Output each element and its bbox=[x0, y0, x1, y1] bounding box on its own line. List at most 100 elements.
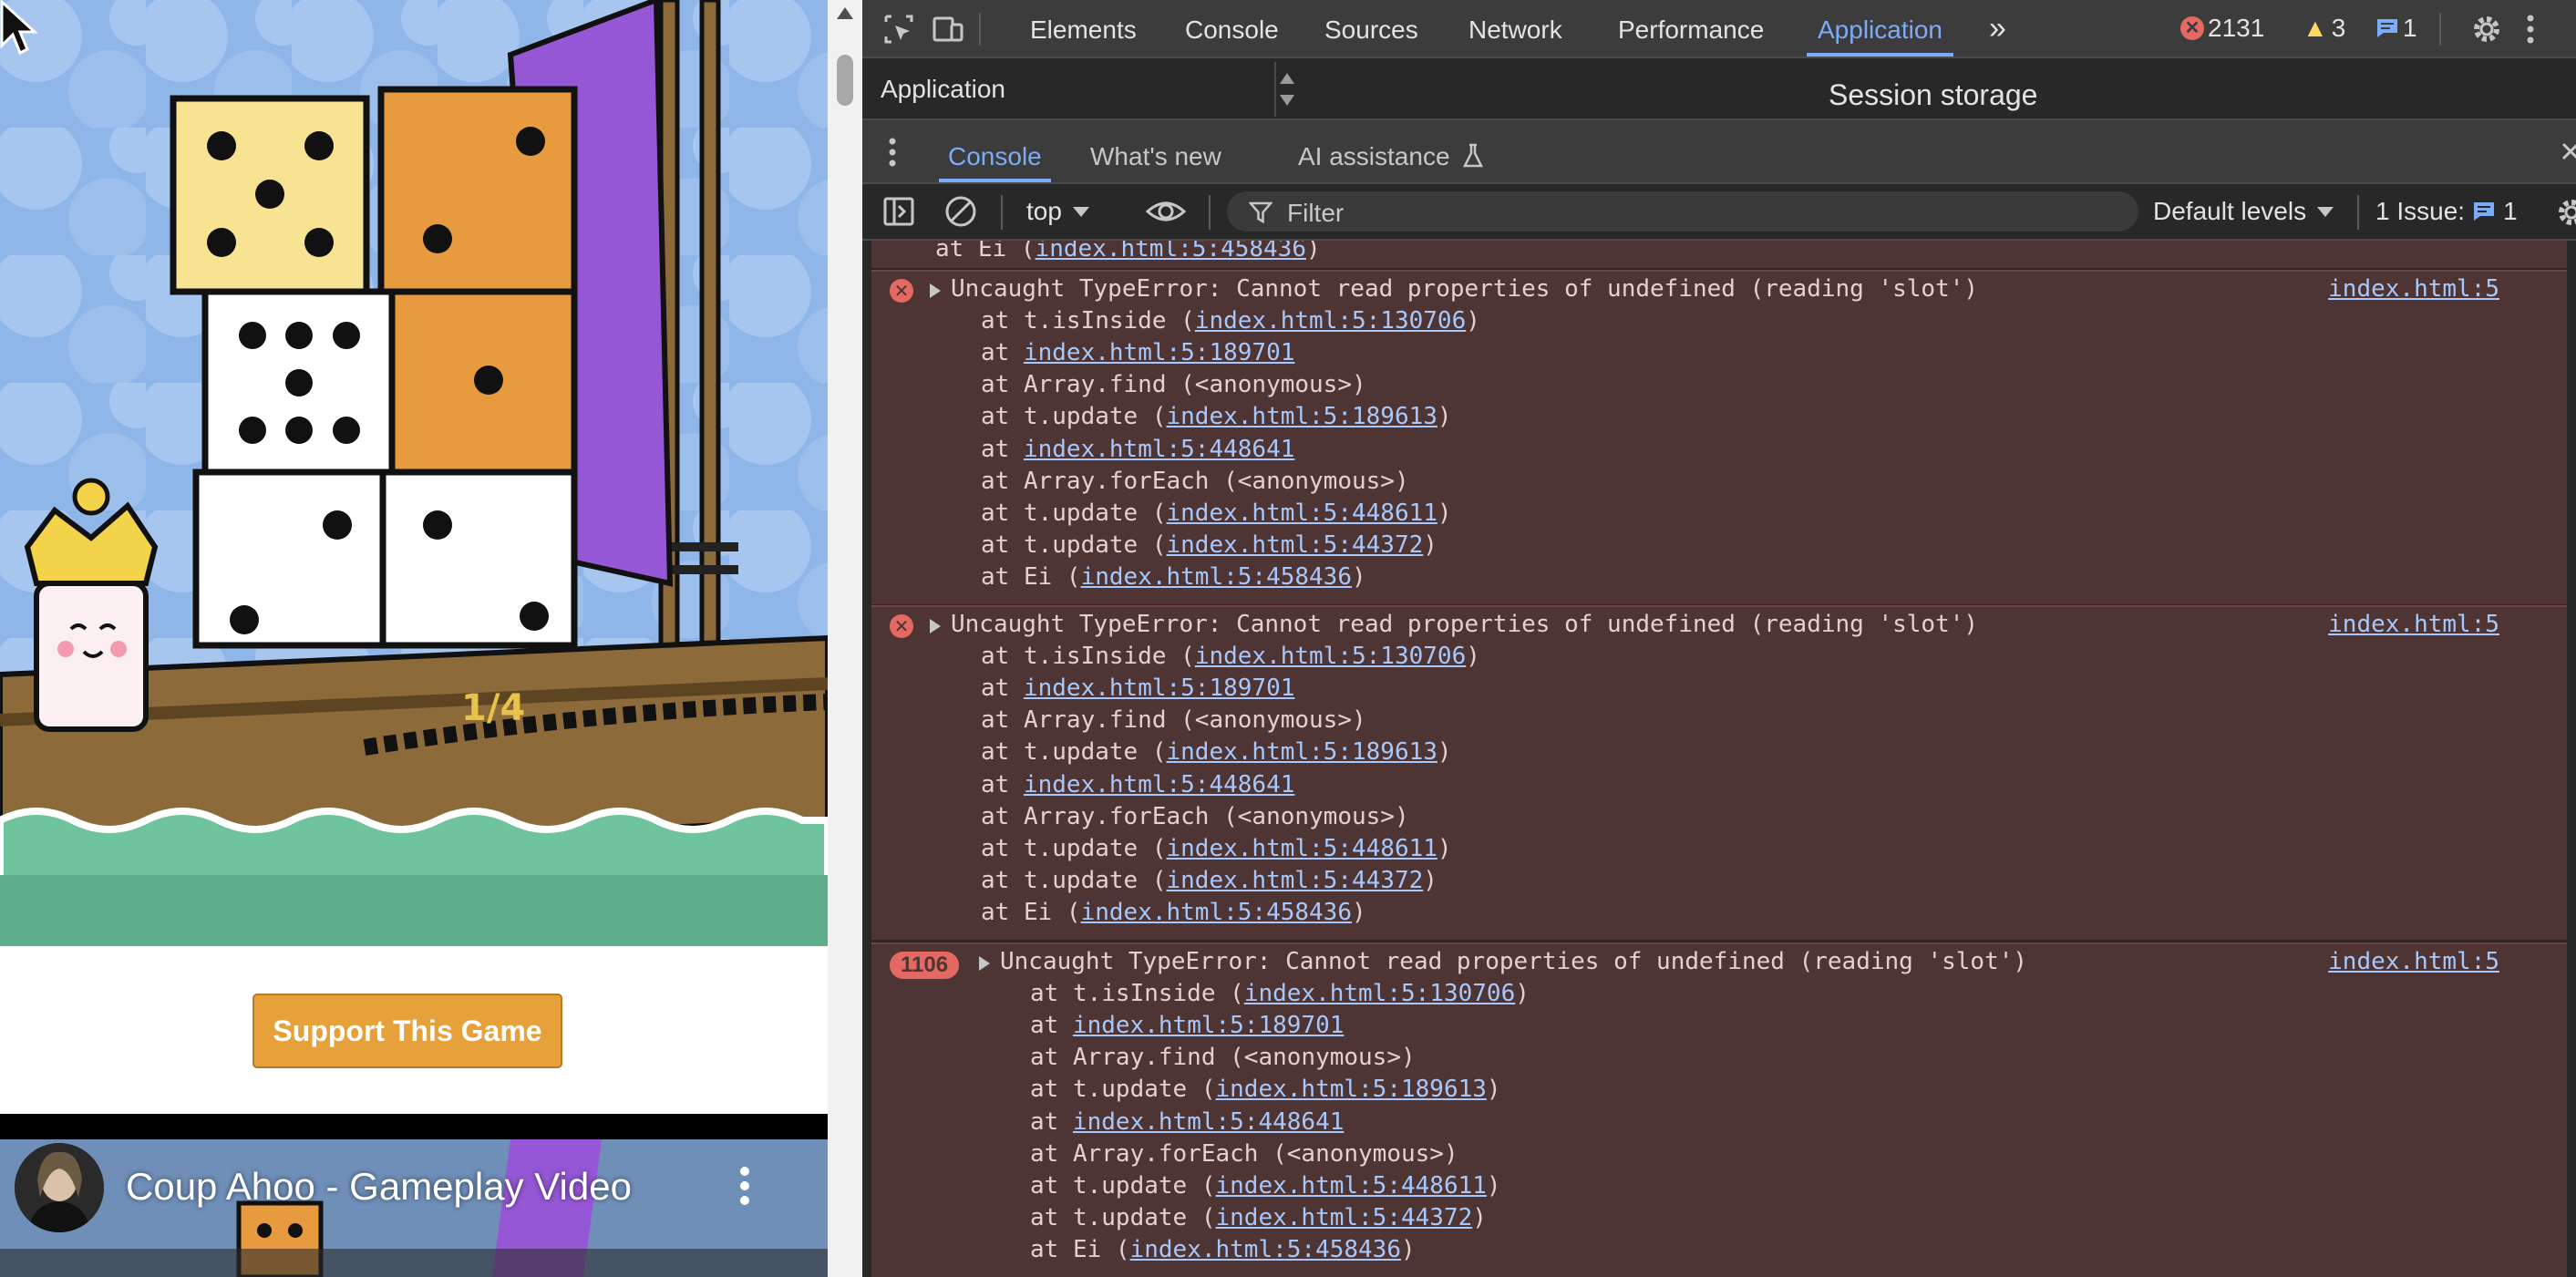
stack-frame-link[interactable]: index.html:5:458436 bbox=[1081, 563, 1352, 591]
sidebar-resize-arrows-icon[interactable] bbox=[1274, 62, 1298, 117]
toolbar-divider bbox=[2357, 195, 2359, 230]
stack-frame-link[interactable]: index.html:5:448611 bbox=[1216, 1172, 1487, 1200]
console-error-entry[interactable]: ✕ Uncaught TypeError: Cannot read propert… bbox=[871, 270, 2567, 604]
close-drawer-icon[interactable] bbox=[2560, 137, 2576, 171]
stack-frame-link[interactable]: index.html:5:448641 bbox=[1024, 436, 1294, 463]
mouse-pointer-icon bbox=[0, 0, 38, 56]
game-page: 1/4 Support This Game Coup Ahoo - Gamepl… bbox=[0, 0, 828, 1277]
flask-icon bbox=[1463, 143, 1484, 168]
stack-frame-link[interactable]: index.html:5:448611 bbox=[1167, 499, 1437, 527]
tab-network[interactable]: Network bbox=[1468, 0, 1562, 57]
stack-frame: at index.html:5:448641 bbox=[981, 435, 1295, 463]
console-error-entry-partial[interactable]: at Ei (index.html:5:458436) bbox=[871, 241, 2567, 268]
drawer-tab-console[interactable]: Console bbox=[939, 120, 1051, 182]
more-vert-icon[interactable] bbox=[731, 1165, 758, 1207]
stack-frame-link[interactable]: index.html:5:189613 bbox=[1167, 403, 1437, 430]
stack-frame: at t.update (index.html:5:44372) bbox=[1030, 1203, 1487, 1231]
toolbar-divider bbox=[1209, 195, 1211, 230]
warning-count: 3 bbox=[2331, 14, 2346, 42]
chevron-down-icon bbox=[1072, 206, 1089, 217]
tab-performance[interactable]: Performance bbox=[1618, 0, 1764, 57]
expand-triangle-icon[interactable] bbox=[930, 619, 941, 633]
scrollbar-thumb[interactable] bbox=[837, 55, 853, 106]
message-counter[interactable]: 1 bbox=[2375, 13, 2417, 44]
console-error-entry[interactable]: 1106 Uncaught TypeError: Cannot read prop… bbox=[871, 942, 2567, 1277]
warning-counter[interactable]: ▲ 3 bbox=[2303, 13, 2345, 44]
javascript-context-select[interactable]: top bbox=[1026, 197, 1089, 226]
more-tabs-icon[interactable]: » bbox=[1989, 0, 2006, 57]
video-title[interactable]: Coup Ahoo - Gameplay Video bbox=[126, 1165, 632, 1209]
error-icon: ✕ bbox=[890, 279, 913, 303]
tab-console[interactable]: Console bbox=[1185, 0, 1279, 57]
tab-application[interactable]: Application bbox=[1807, 0, 1953, 57]
stack-frame: at index.html:5:189701 bbox=[981, 675, 1295, 703]
filter-placeholder: Filter bbox=[1287, 199, 1345, 227]
toolbar-divider bbox=[2439, 13, 2441, 46]
stack-frame-link[interactable]: index.html:5:44372 bbox=[1167, 867, 1424, 894]
console-messages[interactable]: at Ei (index.html:5:458436) ✕ Uncaught Ty… bbox=[871, 241, 2576, 1277]
error-message: Uncaught TypeError: Cannot read properti… bbox=[1000, 948, 2028, 975]
message-count: 1 bbox=[2403, 14, 2417, 42]
stack-frame-link[interactable]: index.html:5:189701 bbox=[1024, 675, 1294, 702]
console-error-entry[interactable]: ✕ Uncaught TypeError: Cannot read propert… bbox=[871, 605, 2567, 940]
stack-frame-link[interactable]: index.html:5:448641 bbox=[1024, 771, 1294, 798]
scroll-up-arrow-icon[interactable] bbox=[837, 7, 853, 19]
source-link[interactable]: index.html:5 bbox=[2328, 609, 2499, 641]
stack-frame-link[interactable]: index.html:5:44372 bbox=[1216, 1204, 1473, 1231]
stack-frame: at t.update (index.html:5:189613) bbox=[981, 403, 1452, 431]
stack-frame: at index.html:5:189701 bbox=[981, 339, 1295, 367]
tab-sources[interactable]: Sources bbox=[1324, 0, 1418, 57]
source-link[interactable]: index.html:5 bbox=[2328, 273, 2499, 305]
console-settings-gear-icon[interactable] bbox=[2554, 195, 2576, 233]
tab-elements[interactable]: Elements bbox=[1030, 0, 1137, 57]
stack-frame: at Ei (index.html:5:458436) bbox=[981, 562, 1366, 591]
show-sidebar-icon[interactable] bbox=[882, 195, 915, 232]
stack-frame-link[interactable]: index.html:5:448641 bbox=[1073, 1108, 1344, 1136]
source-link[interactable]: index.html:5 bbox=[2328, 946, 2499, 978]
stack-frame-link[interactable]: index.html:5:189613 bbox=[1167, 738, 1437, 766]
repeat-count-badge: 1106 bbox=[890, 952, 960, 979]
customize-menu-icon[interactable] bbox=[2512, 11, 2549, 47]
console-filter-input[interactable]: Filter bbox=[1227, 191, 2138, 232]
stack-frame: at t.update (index.html:5:448611) bbox=[981, 499, 1452, 527]
stack-frame-link[interactable]: index.html:5:189701 bbox=[1073, 1012, 1344, 1039]
live-expression-eye-icon[interactable] bbox=[1145, 195, 1187, 232]
settings-gear-icon[interactable] bbox=[2468, 11, 2505, 47]
expand-triangle-icon[interactable] bbox=[979, 956, 990, 971]
stack-frame-link[interactable]: index.html:5:130706 bbox=[1195, 643, 1466, 670]
stack-frame-link[interactable]: index.html:5:189613 bbox=[1216, 1076, 1487, 1103]
stack-frame-link[interactable]: index.html:5:44372 bbox=[1167, 531, 1424, 559]
devtools-main-toolbar: Elements Console Sources Network Perform… bbox=[862, 0, 2576, 58]
stack-frame: at Ei (index.html:5:458436) bbox=[935, 241, 1321, 265]
error-counter[interactable]: ✕ 2131 bbox=[2180, 13, 2264, 44]
warning-icon: ▲ bbox=[2303, 14, 2328, 42]
channel-avatar[interactable] bbox=[15, 1143, 104, 1232]
device-toolbar-icon[interactable] bbox=[930, 11, 966, 47]
stack-frame-link[interactable]: index.html:5:458436 bbox=[1036, 241, 1306, 263]
issues-counter[interactable]: 1 Issue: 1 bbox=[2375, 197, 2518, 226]
stack-frame-link[interactable]: index.html:5:448611 bbox=[1167, 835, 1437, 862]
stack-frame-link[interactable]: index.html:5:130706 bbox=[1244, 980, 1515, 1007]
console-toolbar: top Filter Default levels 1 Issue: 1 bbox=[862, 184, 2576, 241]
inspect-element-icon[interactable] bbox=[881, 11, 917, 47]
drawer-tab-whats-new[interactable]: What's new bbox=[1090, 120, 1221, 182]
stack-frame: at t.update (index.html:5:189613) bbox=[981, 738, 1452, 767]
support-game-button[interactable]: Support This Game bbox=[252, 994, 562, 1068]
expand-triangle-icon[interactable] bbox=[930, 283, 941, 298]
drawer-tab-ai-assistance[interactable]: AI assistance bbox=[1298, 120, 1484, 182]
drawer-menu-icon[interactable] bbox=[888, 137, 897, 171]
stack-frame: at Array.forEach (<anonymous>) bbox=[981, 802, 1409, 830]
application-sidebar-label[interactable]: Application bbox=[881, 75, 1005, 104]
log-levels-select[interactable]: Default levels bbox=[2153, 197, 2334, 226]
stack-frame-link[interactable]: index.html:5:458436 bbox=[1081, 899, 1352, 926]
stack-frame-link[interactable]: index.html:5:130706 bbox=[1195, 307, 1466, 335]
chevron-down-icon bbox=[2317, 206, 2334, 217]
error-message: Uncaught TypeError: Cannot read properti… bbox=[951, 275, 1979, 303]
stack-frame: at Array.forEach (<anonymous>) bbox=[1030, 1139, 1458, 1168]
stack-frame-link[interactable]: index.html:5:189701 bbox=[1024, 339, 1294, 366]
ai-assistance-label: AI assistance bbox=[1298, 142, 1450, 170]
stack-frame: at t.update (index.html:5:44372) bbox=[981, 530, 1437, 559]
stack-frame-link[interactable]: index.html:5:458436 bbox=[1130, 1236, 1401, 1263]
page-scrollbar[interactable] bbox=[828, 0, 862, 1277]
clear-console-icon[interactable] bbox=[944, 195, 977, 232]
